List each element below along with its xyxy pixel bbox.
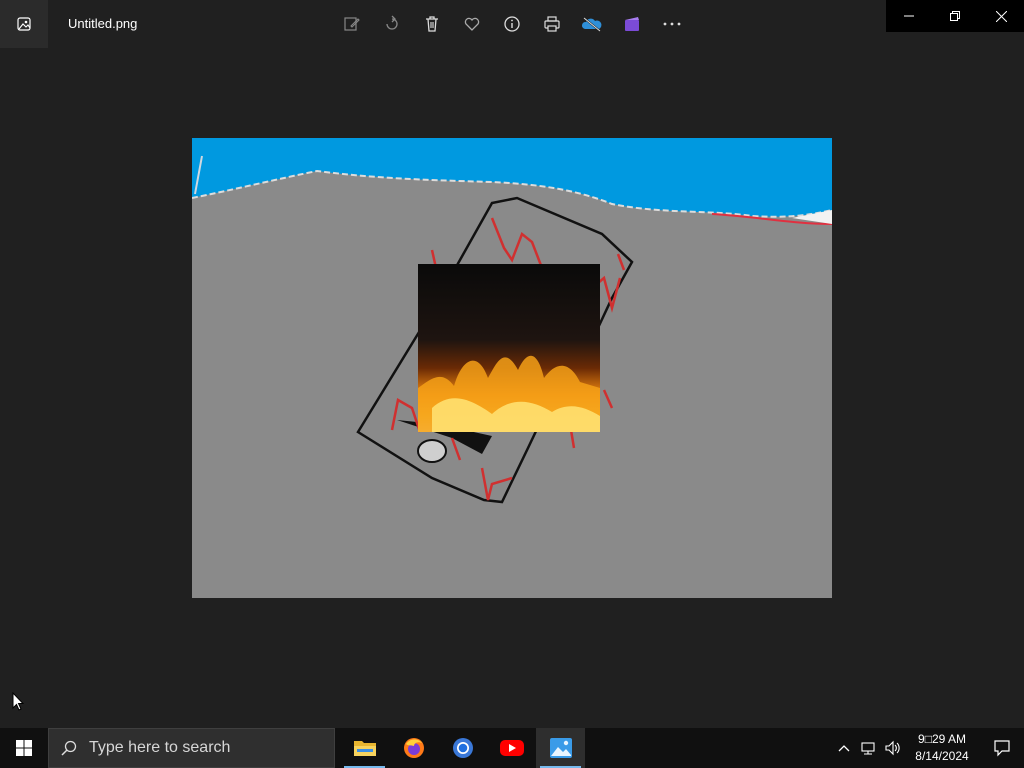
- print-icon[interactable]: [532, 4, 572, 44]
- more-icon[interactable]: [652, 4, 692, 44]
- search-placeholder: Type here to search: [89, 739, 231, 756]
- clock-time: 9□29 AM: [918, 732, 966, 746]
- edit-icon[interactable]: [332, 4, 372, 44]
- system-tray: 9□29 AM 8/14/2024: [832, 728, 1024, 768]
- clock-date: 8/14/2024: [915, 749, 969, 763]
- restore-icon[interactable]: [932, 0, 978, 32]
- title-bar: Untitled.png: [0, 0, 1024, 48]
- onedrive-icon[interactable]: [572, 4, 612, 44]
- favorite-icon[interactable]: [452, 4, 492, 44]
- network-icon[interactable]: [856, 728, 880, 768]
- image-canvas: [192, 138, 832, 598]
- chevron-up-icon[interactable]: [832, 728, 856, 768]
- windows-logo-icon: [16, 740, 32, 756]
- info-icon[interactable]: [492, 4, 532, 44]
- chrome-icon[interactable]: [438, 728, 487, 768]
- minimize-icon[interactable]: [886, 0, 932, 32]
- youtube-icon[interactable]: [487, 728, 536, 768]
- photos-app-icon[interactable]: [0, 0, 48, 48]
- taskbar-search-box[interactable]: Type here to search: [48, 728, 335, 768]
- toolbar: [332, 4, 692, 44]
- firefox-icon[interactable]: [389, 728, 438, 768]
- taskbar-clock[interactable]: 9□29 AM 8/14/2024: [908, 731, 976, 765]
- taskbar-apps: [340, 728, 585, 768]
- rotate-icon[interactable]: [372, 4, 412, 44]
- close-icon[interactable]: [978, 0, 1024, 32]
- drawn-image: [192, 138, 832, 598]
- clipchamp-icon[interactable]: [612, 4, 652, 44]
- delete-icon[interactable]: [412, 4, 452, 44]
- photos-taskbar-icon[interactable]: [536, 728, 585, 768]
- window-controls: [886, 0, 1024, 32]
- search-icon: [61, 740, 77, 756]
- mouse-cursor-icon: [12, 691, 25, 717]
- start-button[interactable]: [0, 728, 48, 768]
- notification-center-icon[interactable]: [980, 728, 1024, 768]
- volume-icon[interactable]: [880, 728, 904, 768]
- file-explorer-icon[interactable]: [340, 728, 389, 768]
- file-name: Untitled.png: [68, 16, 138, 31]
- taskbar: Type here to search 9□29 AM 8/14/2024: [0, 728, 1024, 768]
